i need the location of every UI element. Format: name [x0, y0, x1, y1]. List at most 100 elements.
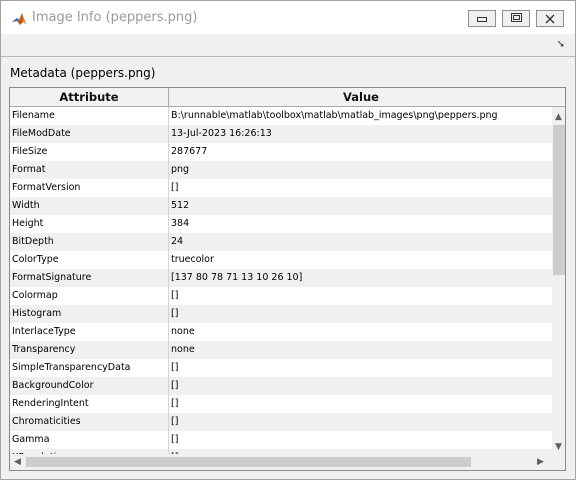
- column-divider: [168, 413, 169, 431]
- column-header-attribute[interactable]: Attribute: [10, 88, 169, 106]
- value-cell[interactable]: 13-Jul-2023 16:26:13: [171, 125, 551, 143]
- column-divider: [168, 143, 169, 161]
- horizontal-scroll-thumb[interactable]: [26, 457, 471, 467]
- metadata-table[interactable]: Attribute Value Filename B:\runnable\matl…: [9, 87, 566, 471]
- attribute-cell[interactable]: InterlaceType: [12, 323, 166, 341]
- table-row[interactable]: ColorType truecolor: [10, 251, 552, 269]
- table-row[interactable]: FileModDate 13-Jul-2023 16:26:13: [10, 125, 552, 143]
- metadata-label: Metadata (peppers.png): [10, 66, 156, 80]
- column-divider: [168, 233, 169, 251]
- value-cell[interactable]: []: [171, 179, 551, 197]
- table-row[interactable]: Transparency none: [10, 341, 552, 359]
- vertical-scrollbar[interactable]: ▲ ▼: [552, 107, 565, 454]
- table-row[interactable]: Histogram []: [10, 305, 552, 323]
- attribute-cell[interactable]: Height: [12, 215, 166, 233]
- close-button[interactable]: [536, 10, 564, 27]
- table-row[interactable]: Width 512: [10, 197, 552, 215]
- column-divider: [168, 359, 169, 377]
- column-header-value[interactable]: Value: [169, 88, 553, 106]
- attribute-cell[interactable]: ColorType: [12, 251, 166, 269]
- table-row[interactable]: InterlaceType none: [10, 323, 552, 341]
- dock-arrow-icon[interactable]: ➘: [557, 39, 565, 50]
- column-divider: [168, 251, 169, 269]
- vertical-scroll-thumb[interactable]: [553, 125, 565, 275]
- column-divider: [168, 215, 169, 233]
- value-cell[interactable]: []: [171, 305, 551, 323]
- close-icon: [545, 14, 555, 24]
- value-cell[interactable]: none: [171, 341, 551, 359]
- scroll-up-icon[interactable]: ▲: [555, 112, 562, 122]
- column-divider: [168, 125, 169, 143]
- scroll-left-icon[interactable]: ◀: [14, 457, 21, 467]
- attribute-cell[interactable]: FileModDate: [12, 125, 166, 143]
- column-divider: [168, 431, 169, 449]
- value-cell[interactable]: []: [171, 431, 551, 449]
- scrollbar-corner: [552, 454, 565, 470]
- attribute-cell[interactable]: BitDepth: [12, 233, 166, 251]
- column-divider: [168, 161, 169, 179]
- attribute-cell[interactable]: Gamma: [12, 431, 166, 449]
- scroll-down-icon[interactable]: ▼: [555, 442, 562, 452]
- maximize-button[interactable]: [502, 10, 530, 27]
- table-row[interactable]: BackgroundColor []: [10, 377, 552, 395]
- table-body: Filename B:\runnable\matlab\toolbox\matla…: [10, 107, 552, 454]
- attribute-cell[interactable]: FormatSignature: [12, 269, 166, 287]
- column-divider: [168, 269, 169, 287]
- value-cell[interactable]: []: [171, 377, 551, 395]
- value-cell[interactable]: B:\runnable\matlab\toolbox\matlab\matlab…: [171, 107, 551, 125]
- horizontal-scrollbar[interactable]: ◀ ▶: [10, 454, 552, 470]
- table-row[interactable]: Chromaticities []: [10, 413, 552, 431]
- table-row[interactable]: Height 384: [10, 215, 552, 233]
- table-row[interactable]: FileSize 287677: [10, 143, 552, 161]
- column-divider: [168, 179, 169, 197]
- table-row[interactable]: Filename B:\runnable\matlab\toolbox\matla…: [10, 107, 552, 125]
- value-cell[interactable]: 287677: [171, 143, 551, 161]
- column-divider: [168, 323, 169, 341]
- column-divider: [168, 377, 169, 395]
- attribute-cell[interactable]: FileSize: [12, 143, 166, 161]
- column-divider: [168, 395, 169, 413]
- attribute-cell[interactable]: Filename: [12, 107, 166, 125]
- maximize-icon: [511, 13, 522, 22]
- value-cell[interactable]: none: [171, 323, 551, 341]
- scroll-right-icon[interactable]: ▶: [537, 457, 544, 467]
- image-info-window: Image Info (peppers.png) ➘ Metadata (pep…: [0, 0, 576, 480]
- table-row[interactable]: Colormap []: [10, 287, 552, 305]
- value-cell[interactable]: png: [171, 161, 551, 179]
- value-cell[interactable]: []: [171, 359, 551, 377]
- attribute-cell[interactable]: BackgroundColor: [12, 377, 166, 395]
- attribute-cell[interactable]: Format: [12, 161, 166, 179]
- title-bar[interactable]: Image Info (peppers.png): [1, 1, 575, 34]
- matlab-icon: [11, 11, 27, 27]
- value-cell[interactable]: 24: [171, 233, 551, 251]
- attribute-cell[interactable]: Colormap: [12, 287, 166, 305]
- attribute-cell[interactable]: Chromaticities: [12, 413, 166, 431]
- window-title: Image Info (peppers.png): [32, 10, 198, 25]
- value-cell[interactable]: []: [171, 413, 551, 431]
- table-row[interactable]: RenderingIntent []: [10, 395, 552, 413]
- attribute-cell[interactable]: SimpleTransparencyData: [12, 359, 166, 377]
- value-cell[interactable]: truecolor: [171, 251, 551, 269]
- table-row[interactable]: SimpleTransparencyData []: [10, 359, 552, 377]
- attribute-cell[interactable]: Transparency: [12, 341, 166, 359]
- table-header: Attribute Value: [10, 88, 565, 107]
- attribute-cell[interactable]: Histogram: [12, 305, 166, 323]
- attribute-cell[interactable]: Width: [12, 197, 166, 215]
- value-cell[interactable]: 512: [171, 197, 551, 215]
- value-cell[interactable]: 384: [171, 215, 551, 233]
- table-row[interactable]: FormatVersion []: [10, 179, 552, 197]
- value-cell[interactable]: []: [171, 287, 551, 305]
- attribute-cell[interactable]: FormatVersion: [12, 179, 166, 197]
- value-cell[interactable]: [137 80 78 71 13 10 26 10]: [171, 269, 551, 287]
- column-divider: [168, 341, 169, 359]
- minimize-button[interactable]: [468, 10, 496, 27]
- toolbar: ➘: [1, 34, 575, 57]
- table-row[interactable]: Format png: [10, 161, 552, 179]
- table-row[interactable]: BitDepth 24: [10, 233, 552, 251]
- table-row[interactable]: Gamma []: [10, 431, 552, 449]
- table-row[interactable]: FormatSignature [137 80 78 71 13 10 26 10…: [10, 269, 552, 287]
- column-divider: [168, 197, 169, 215]
- minimize-icon: [477, 17, 487, 22]
- attribute-cell[interactable]: RenderingIntent: [12, 395, 166, 413]
- value-cell[interactable]: []: [171, 395, 551, 413]
